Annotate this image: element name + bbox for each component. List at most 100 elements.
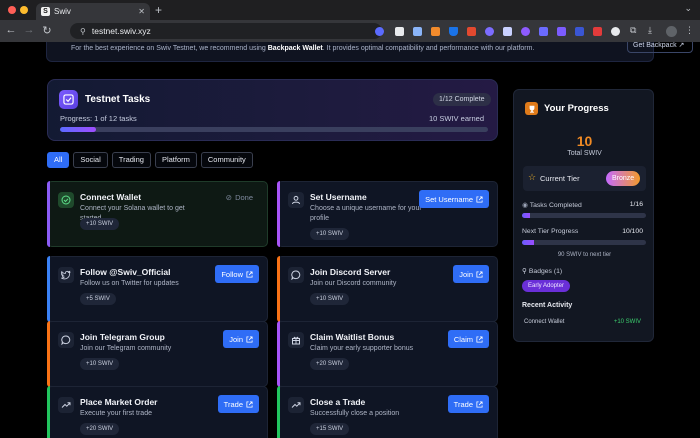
task-card-place-market-order: Place Market Order Execute your first tra… [47, 386, 268, 438]
card-accent-bar [277, 321, 280, 387]
card-accent-bar [47, 256, 50, 322]
browser-tab[interactable]: S Swiv ✕ [36, 3, 150, 20]
minimize-window-button[interactable] [20, 6, 28, 14]
tier-label: Current Tier [540, 174, 580, 183]
recent-activity-title: Recent Activity [522, 302, 573, 309]
site-settings-icon[interactable]: ⚲ [80, 27, 86, 36]
category-filters: All Social Trading Platform Community [47, 152, 253, 168]
extension-icon[interactable] [431, 27, 440, 36]
task-card-join-telegram-group: Join Telegram Group Join our Telegram com… [47, 321, 268, 387]
task-description: Choose a unique username for your profil… [310, 205, 422, 222]
filter-all[interactable]: All [47, 152, 70, 168]
task-title: Join Telegram Group [80, 332, 165, 342]
tab-search-chevron-icon[interactable]: ⌄ [684, 3, 692, 14]
browser-tab-strip: S Swiv ✕ + ⌄ [0, 0, 700, 20]
task-reward-badge: +10 SWIV [80, 218, 120, 230]
forward-arrow-icon[interactable]: → [22, 24, 36, 36]
follow-button[interactable]: Follow [215, 265, 259, 283]
address-bar[interactable]: ⚲ testnet.swiv.xyz [70, 23, 382, 39]
task-reward-badge: +20 SWIV [80, 423, 120, 435]
extension-icon[interactable] [611, 27, 620, 36]
external-link-icon [476, 400, 483, 408]
activity-points: +10 SWIV [613, 319, 641, 325]
url-text: testnet.swiv.xyz [91, 26, 151, 36]
set-username-button[interactable]: Set Username [419, 190, 489, 208]
reload-icon[interactable]: ↻ [40, 24, 54, 37]
extension-icon[interactable] [375, 27, 384, 36]
claim-button[interactable]: Claim [447, 330, 489, 348]
card-accent-bar [47, 321, 50, 387]
extension-icon[interactable] [467, 27, 476, 36]
card-accent-bar [47, 386, 50, 438]
extension-icon[interactable] [539, 27, 548, 36]
close-window-button[interactable] [8, 6, 16, 14]
page-title: Testnet Tasks [85, 94, 151, 105]
extension-icon[interactable] [503, 27, 512, 36]
join-button[interactable]: Join [223, 330, 259, 348]
task-done-status: ⊘ Done [225, 193, 253, 202]
next-tier-fill [522, 240, 535, 245]
card-accent-bar [277, 256, 280, 322]
task-title: Close a Trade [310, 397, 366, 407]
task-reward-badge: +15 SWIV [310, 423, 350, 435]
extensions-puzzle-icon[interactable]: ⧉ [630, 25, 636, 36]
tasks-completed-bar [522, 213, 646, 218]
completion-badge: 1/12 Complete [433, 93, 491, 106]
filter-social[interactable]: Social [73, 152, 108, 168]
join-button[interactable]: Join [453, 265, 489, 283]
profile-avatar[interactable] [666, 26, 677, 37]
external-link-icon [476, 270, 483, 278]
task-description: Join our Discord community [310, 280, 397, 287]
extension-icon[interactable] [557, 27, 566, 36]
extension-icon[interactable] [575, 27, 584, 36]
extension-icon[interactable] [593, 27, 602, 36]
activity-name: Connect Wallet [524, 319, 565, 325]
task-title: Join Discord Server [310, 267, 391, 277]
extension-icon[interactable] [395, 27, 404, 36]
external-link-icon [246, 400, 253, 408]
current-tier-row: ☆ Current Tier Bronze [523, 166, 646, 191]
extension-icon[interactable] [521, 27, 530, 36]
get-backpack-button[interactable]: Get Backpack ↗ [627, 42, 693, 53]
total-swiv-value: 10 [576, 133, 593, 149]
filter-platform[interactable]: Platform [154, 152, 197, 168]
trade-button[interactable]: Trade [217, 395, 259, 413]
earned-label: 10 SWIV earned [428, 114, 484, 123]
next-tier-value: 10/100 [622, 228, 643, 235]
filter-community[interactable]: Community [200, 152, 253, 168]
progress-header: Your Progress [525, 102, 609, 115]
task-title: Connect Wallet [80, 192, 142, 202]
next-tier-bar [522, 240, 646, 245]
task-description: Execute your first trade [80, 410, 152, 417]
filter-trading[interactable]: Trading [111, 152, 151, 168]
task-description: Follow us on Twitter for updates [80, 280, 179, 287]
circle-icon: ◉ [522, 202, 528, 209]
trade-button[interactable]: Trade [447, 395, 489, 413]
tab-close-icon[interactable]: ✕ [138, 7, 145, 16]
external-link-icon [476, 195, 483, 203]
task-title: Set Username [310, 192, 367, 202]
extension-icon[interactable] [413, 27, 422, 36]
task-card-claim-waitlist-bonus: Claim Waitlist Bonus Claim your early sup… [277, 321, 498, 387]
task-reward-badge: +5 SWIV [80, 293, 116, 305]
back-arrow-icon[interactable]: ← [4, 24, 18, 36]
chat-bubble-icon [58, 332, 74, 348]
tasks-progress-bar [60, 127, 488, 132]
task-reward-badge: +20 SWIV [310, 358, 350, 370]
trophy-icon [525, 102, 538, 115]
swiv-favicon-icon: S [41, 7, 50, 16]
external-link-icon [246, 335, 253, 343]
gift-icon [288, 332, 304, 348]
twitter-icon [58, 267, 74, 283]
new-tab-icon[interactable]: + [155, 3, 162, 17]
user-icon [288, 192, 304, 208]
external-link-icon [476, 335, 483, 343]
early-adopter-badge: Early Adopter [522, 280, 571, 292]
download-icon[interactable]: ⤓ [648, 25, 652, 36]
more-menu-icon[interactable]: ⋮ [685, 25, 694, 36]
extension-icon[interactable] [485, 27, 494, 36]
external-link-icon [246, 270, 253, 278]
badges-label: ⚲ Badges (1) [522, 268, 563, 275]
extension-icon[interactable] [449, 27, 458, 36]
page-content: For the best experience on Swiv Testnet,… [0, 42, 700, 438]
